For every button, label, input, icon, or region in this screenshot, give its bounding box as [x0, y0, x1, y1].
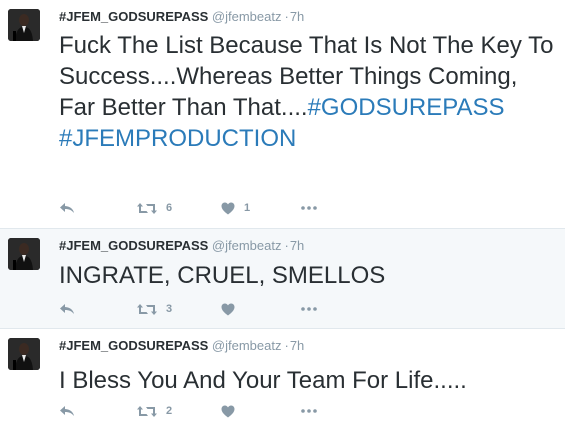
tweet-text: Fuck The List Because That Is Not The Ke… — [59, 30, 559, 154]
avatar-photo — [8, 338, 40, 370]
avatar-photo — [8, 238, 40, 270]
user-handle[interactable]: @jfembeatz — [212, 238, 282, 253]
tweet-text: I Bless You And Your Team For Life..... — [59, 367, 467, 394]
user-name[interactable]: #JFEM_GODSUREPASS — [59, 9, 208, 24]
avatar[interactable] — [8, 338, 40, 370]
user-handle[interactable]: @jfembeatz — [212, 338, 282, 353]
like-count: 1 — [244, 202, 251, 214]
tweet-header: #JFEM_GODSUREPASS @jfembeatz ·7h — [59, 9, 304, 25]
reply-button[interactable] — [59, 300, 75, 318]
hashtag-link[interactable]: #GODSUREPASS — [308, 94, 505, 121]
like-button[interactable]: 1 — [221, 199, 250, 217]
retweet-button[interactable]: 2 — [137, 402, 172, 420]
like-button[interactable] — [221, 402, 244, 420]
retweet-button[interactable]: 3 — [137, 300, 172, 318]
more-button[interactable] — [301, 199, 317, 217]
reply-button[interactable] — [59, 402, 75, 420]
avatar[interactable] — [8, 9, 40, 41]
hashtag-link[interactable]: #JFEMPRODUCTION — [59, 125, 296, 152]
retweet-icon — [137, 303, 157, 315]
separator: · — [284, 9, 289, 24]
reply-icon — [60, 304, 74, 314]
reply-icon — [60, 203, 74, 213]
retweet-button[interactable]: 6 — [137, 199, 172, 217]
heart-icon — [221, 202, 235, 214]
like-button[interactable] — [221, 300, 244, 318]
more-icon — [301, 307, 317, 311]
retweet-count: 2 — [166, 405, 173, 417]
tweet[interactable]: #JFEM_GODSUREPASS @jfembeatz ·7h INGRATE,… — [0, 229, 565, 329]
more-button[interactable] — [301, 300, 317, 318]
heart-icon — [221, 405, 235, 417]
reply-icon — [60, 406, 74, 416]
retweet-icon — [137, 202, 157, 214]
timestamp[interactable]: 7h — [290, 338, 304, 353]
timeline: #JFEM_GODSUREPASS @jfembeatz ·7h Fuck The… — [0, 0, 565, 427]
timestamp[interactable]: 7h — [290, 9, 304, 24]
tweet[interactable]: #JFEM_GODSUREPASS @jfembeatz ·7h I Bless … — [0, 329, 565, 427]
more-icon — [301, 409, 317, 413]
separator: · — [284, 238, 289, 253]
tweet-header: #JFEM_GODSUREPASS @jfembeatz ·7h — [59, 238, 304, 254]
separator: · — [284, 338, 289, 353]
user-name[interactable]: #JFEM_GODSUREPASS — [59, 238, 208, 253]
avatar-photo — [8, 9, 40, 41]
tweet[interactable]: #JFEM_GODSUREPASS @jfembeatz ·7h Fuck The… — [0, 0, 565, 229]
retweet-icon — [137, 405, 157, 417]
avatar[interactable] — [8, 238, 40, 270]
heart-icon — [221, 303, 235, 315]
more-icon — [301, 206, 317, 210]
timestamp[interactable]: 7h — [290, 238, 304, 253]
tweet-text: INGRATE, CRUEL, SMELLOS — [59, 262, 386, 289]
retweet-count: 6 — [166, 202, 173, 214]
reply-button[interactable] — [59, 199, 75, 217]
tweet-header: #JFEM_GODSUREPASS @jfembeatz ·7h — [59, 338, 304, 354]
retweet-count: 3 — [166, 303, 173, 315]
user-name[interactable]: #JFEM_GODSUREPASS — [59, 338, 208, 353]
user-handle[interactable]: @jfembeatz — [212, 9, 282, 24]
more-button[interactable] — [301, 402, 317, 420]
